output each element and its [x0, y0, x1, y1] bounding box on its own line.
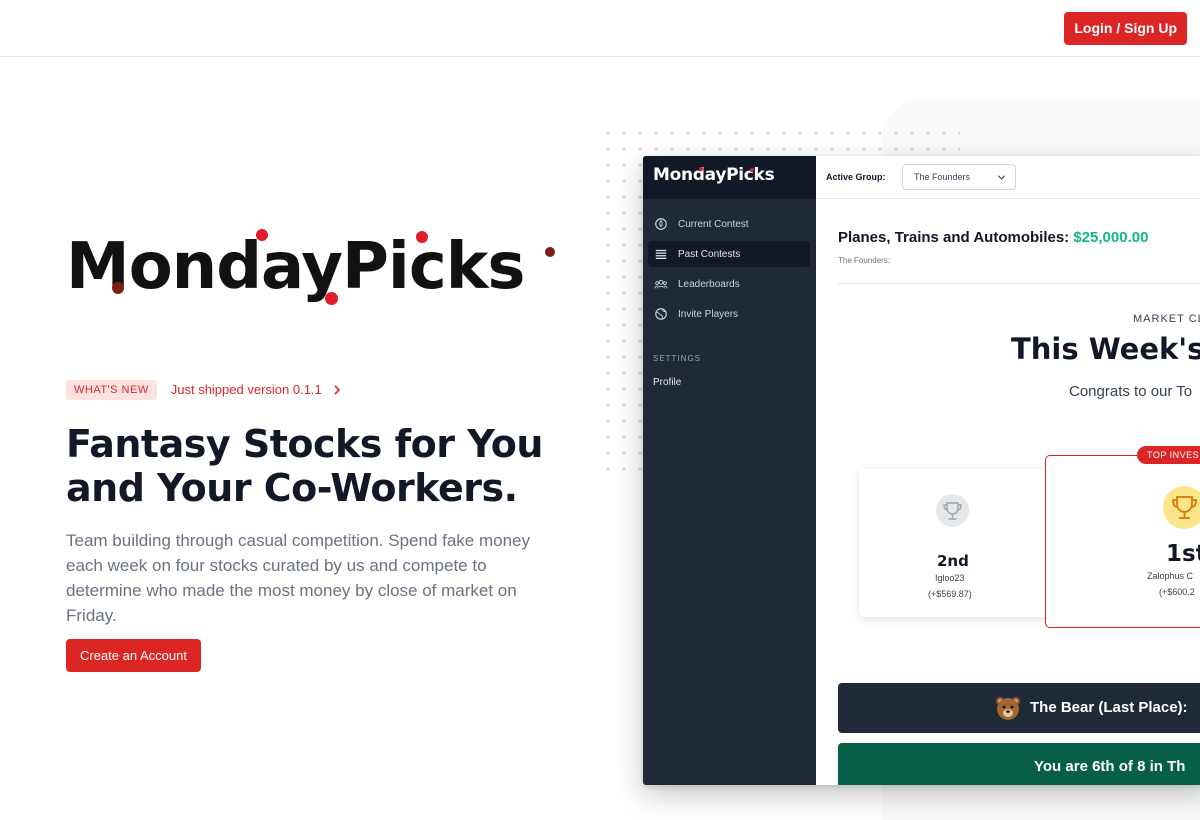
sidebar-item-label: Past Contests [678, 248, 741, 260]
sidebar-item-label: Invite Players [678, 308, 739, 320]
app-header: Active Group: The Founders [816, 156, 1200, 199]
release-note-label: Just shipped version 0.1.1 [170, 382, 322, 397]
sidebar-item-current-contest[interactable]: Current Contest [648, 211, 810, 237]
hero-description: Team building through casual competition… [66, 531, 531, 625]
whats-new-link[interactable]: WHAT'S NEW Just shipped version 0.1.1 [66, 379, 342, 400]
hero-logo: MondayPicks [66, 222, 566, 312]
your-rank-text: You are 6th of 8 in Th [1034, 758, 1186, 775]
first-place-label: 1st [1166, 541, 1200, 567]
sidebar-item-invite-players[interactable]: Invite Players [648, 301, 810, 327]
app-main: Active Group: The Founders Planes, Train… [816, 156, 1200, 785]
top-navbar: Login / Sign Up [0, 0, 1200, 57]
active-group-value: The Founders [914, 172, 971, 182]
sidebar-item-profile[interactable]: Profile [653, 377, 681, 388]
sidebar-item-label: Current Contest [678, 218, 749, 230]
app-logo-text: MondayPicks [653, 165, 775, 185]
create-account-button[interactable]: Create an Account [66, 639, 201, 672]
first-place-name: Zalophus C [1147, 571, 1194, 581]
sidebar-item-leaderboards[interactable]: Leaderboards [648, 271, 810, 297]
app-logo[interactable]: MondayPicks [643, 156, 816, 199]
app-sidebar: MondayPicks Current Contest Past Contest… [643, 156, 816, 785]
logo-dot [545, 247, 555, 257]
second-place-label: 2nd [937, 552, 969, 570]
logo-dot [750, 168, 754, 172]
headline-line-1: Fantasy Stocks for You [66, 422, 543, 466]
market-close-label: MARKET CL [1133, 313, 1200, 325]
congrats-text: Congrats to our To [1069, 383, 1193, 400]
hero-headline: Fantasy Stocks for You and Your Co-Worke… [66, 422, 586, 510]
gold-trophy-icon [1163, 486, 1200, 529]
logo-dot [112, 282, 124, 294]
release-note-text: Just shipped version 0.1.1 [171, 382, 342, 397]
last-place-text: The Bear (Last Place): [1030, 699, 1188, 716]
active-group-select[interactable]: The Founders [902, 164, 1016, 190]
settings-section-label: SETTINGS [653, 354, 702, 363]
fire-icon [655, 218, 667, 230]
sidebar-item-label: Leaderboards [678, 278, 740, 290]
second-place-card: 2nd Igloo23 (+$569.87) [859, 469, 1049, 617]
users-icon [654, 279, 668, 289]
login-signup-button[interactable]: Login / Sign Up [1064, 12, 1187, 45]
week-results-title: This Week's [1011, 332, 1200, 366]
second-place-name: Igloo23 [935, 573, 965, 583]
chevron-right-icon [334, 384, 340, 395]
contest-amount: $25,000.00 [1073, 229, 1149, 246]
divider [838, 283, 1200, 284]
active-group-label: Active Group: [826, 172, 886, 182]
first-place-card: 1st Zalophus C (+$600.2 [1045, 455, 1200, 628]
whats-new-badge: WHAT'S NEW [66, 379, 157, 400]
your-rank-banner: You are 6th of 8 in Th [838, 743, 1200, 785]
chevron-down-icon [997, 175, 1006, 180]
globe-icon [655, 308, 667, 320]
contest-name: Planes, Trains and Automobiles: [838, 229, 1070, 246]
app-preview: MondayPicks Current Contest Past Contest… [643, 156, 1200, 785]
contest-title: Planes, Trains and Automobiles: $25,000.… [838, 229, 1148, 246]
first-place-gain: (+$600.2 [1159, 587, 1195, 597]
silver-trophy-icon [936, 494, 969, 527]
list-icon [655, 249, 667, 259]
logo-dot [416, 231, 428, 243]
top-investor-badge: TOP INVES [1137, 446, 1200, 464]
second-place-gain: (+$569.87) [928, 589, 972, 599]
logo-dot [256, 229, 268, 241]
last-place-banner: The Bear (Last Place): [838, 683, 1200, 733]
contest-group: The Founders: [838, 256, 891, 265]
logo-dot [699, 167, 703, 171]
logo-wordmark: MondayPicks [66, 230, 525, 304]
sidebar-item-past-contests[interactable]: Past Contests [648, 241, 810, 267]
bear-icon [996, 697, 1020, 720]
logo-dot [325, 292, 338, 305]
headline-line-2: and Your Co-Workers. [66, 466, 518, 510]
